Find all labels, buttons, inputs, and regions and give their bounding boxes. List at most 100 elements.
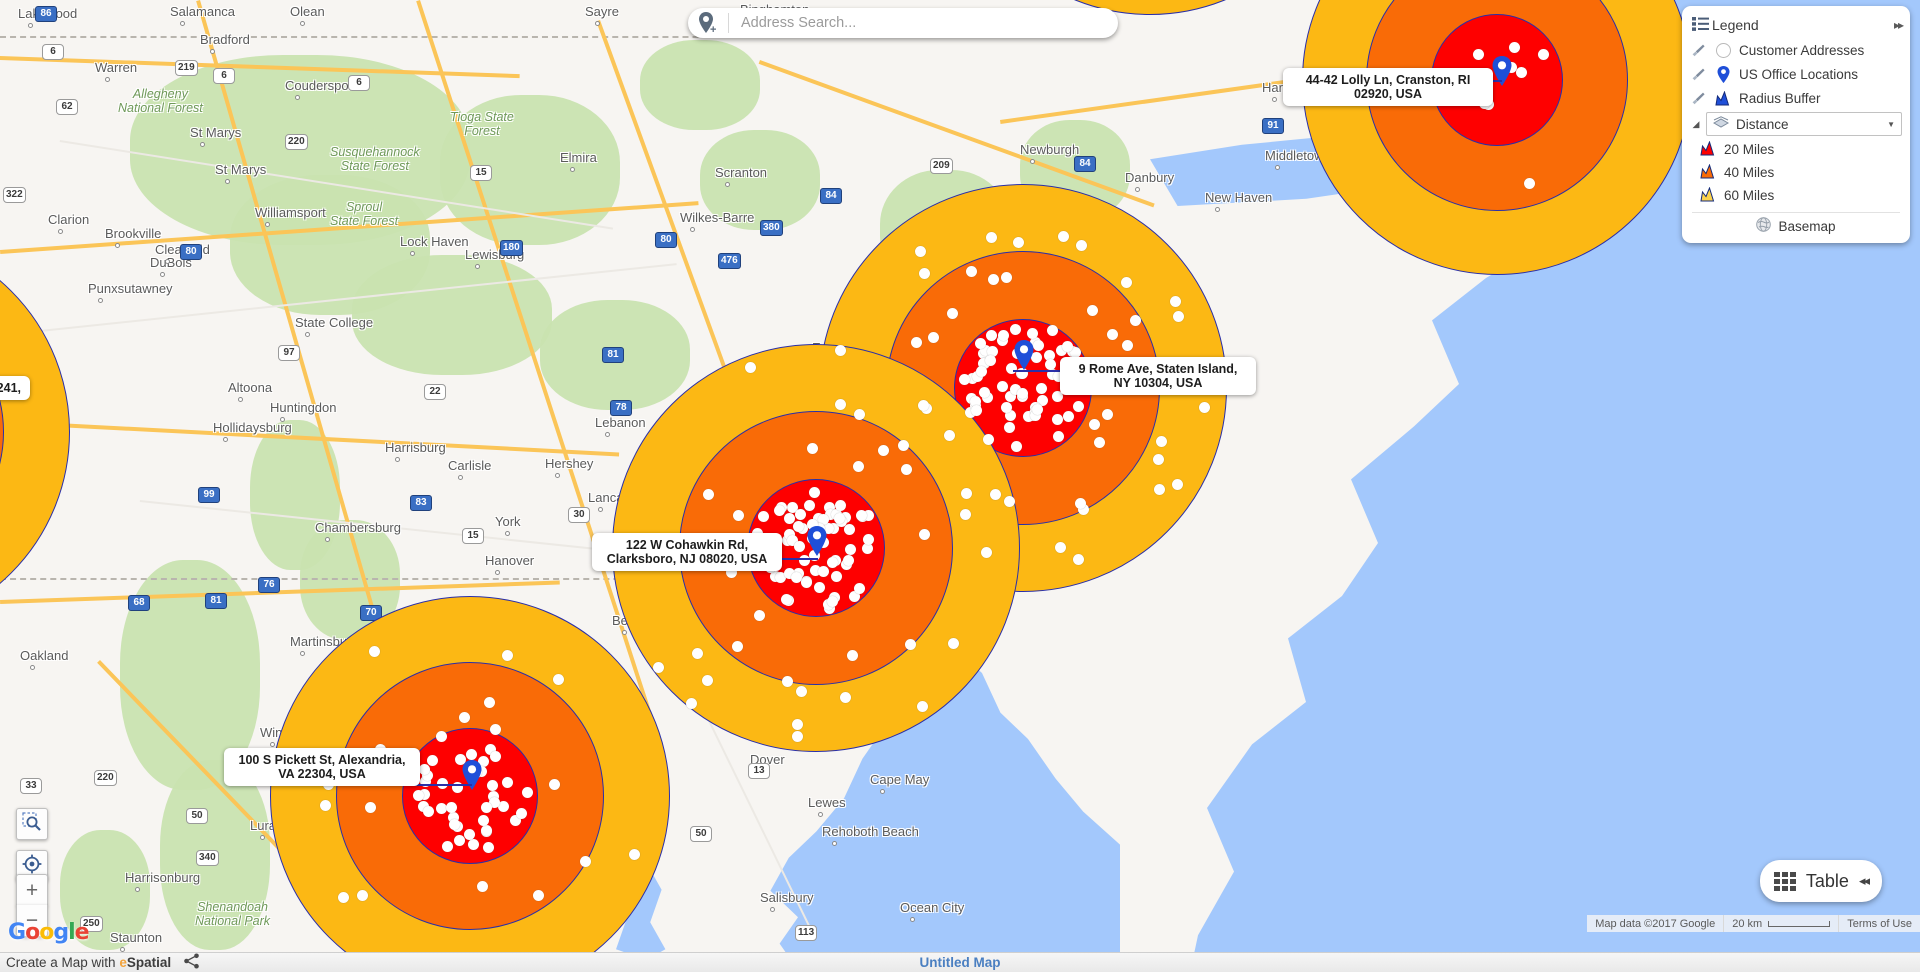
office-pin-staten-island[interactable] xyxy=(1013,340,1035,370)
customer-address-dot[interactable] xyxy=(961,487,973,499)
customer-address-dot[interactable] xyxy=(368,645,380,657)
customer-address-dot[interactable] xyxy=(548,778,560,790)
customer-address-dot[interactable] xyxy=(774,504,786,516)
expand-caret-icon[interactable]: ◢ xyxy=(1690,119,1702,130)
customer-address-dot[interactable] xyxy=(691,647,703,659)
customer-address-dot[interactable] xyxy=(1072,553,1084,565)
zoom-area-button[interactable] xyxy=(16,808,48,840)
customer-address-dot[interactable] xyxy=(988,273,1000,285)
customer-address-dot[interactable] xyxy=(701,674,713,686)
customer-address-dot[interactable] xyxy=(843,554,855,566)
customer-address-dot[interactable] xyxy=(927,331,939,343)
callout-partial-left[interactable]: 5241, xyxy=(0,376,30,400)
customer-address-dot[interactable] xyxy=(997,330,1009,342)
customer-address-dot[interactable] xyxy=(477,814,489,826)
customer-address-dot[interactable] xyxy=(918,528,930,540)
customer-address-dot[interactable] xyxy=(501,776,513,788)
customer-address-dot[interactable] xyxy=(791,730,803,742)
customer-address-dot[interactable] xyxy=(1009,324,1021,335)
customer-address-dot[interactable] xyxy=(852,460,864,472)
customer-address-dot[interactable] xyxy=(1088,419,1100,431)
legend-layer-us-office-locations[interactable]: US Office Locations xyxy=(1682,62,1910,86)
customer-address-dot[interactable] xyxy=(731,641,743,653)
customer-address-dot[interactable] xyxy=(904,638,916,650)
share-icon[interactable] xyxy=(183,953,201,972)
callout-alexandria[interactable]: 100 S Pickett St, Alexandria, VA 22304, … xyxy=(224,748,420,786)
customer-address-dot[interactable] xyxy=(980,547,992,558)
customer-address-dot[interactable] xyxy=(468,838,480,850)
legend-layer-radius-buffer[interactable]: Radius Buffer xyxy=(1682,86,1910,110)
customer-address-dot[interactable] xyxy=(996,381,1008,393)
customer-address-dot[interactable] xyxy=(489,724,501,736)
customer-address-dot[interactable] xyxy=(1047,324,1059,336)
customer-address-dot[interactable] xyxy=(877,444,889,456)
table-panel-button[interactable]: Table ◂◂ xyxy=(1759,860,1882,902)
customer-address-dot[interactable] xyxy=(464,828,476,840)
customer-address-dot[interactable] xyxy=(484,696,496,708)
customer-address-dot[interactable] xyxy=(1074,497,1086,509)
customer-address-dot[interactable] xyxy=(799,554,811,566)
office-pin-clarksboro[interactable] xyxy=(806,526,828,556)
customer-address-dot[interactable] xyxy=(732,510,744,521)
customer-address-dot[interactable] xyxy=(445,802,457,814)
customer-address-dot[interactable] xyxy=(808,487,820,499)
customer-address-dot[interactable] xyxy=(983,433,995,445)
customer-address-dot[interactable] xyxy=(1130,314,1142,326)
customer-address-dot[interactable] xyxy=(793,520,805,532)
customer-address-dot[interactable] xyxy=(914,245,926,257)
customer-address-dot[interactable] xyxy=(458,711,470,723)
customer-address-dot[interactable] xyxy=(1509,41,1521,53)
legend-grouping-row[interactable]: ◢ Distance ▼ xyxy=(1682,110,1910,138)
customer-address-dot[interactable] xyxy=(1057,230,1069,242)
customer-address-dot[interactable] xyxy=(1036,382,1048,394)
customer-address-dot[interactable] xyxy=(814,581,826,593)
customer-address-dot[interactable] xyxy=(1000,272,1012,284)
table-collapse-icon[interactable]: ◂◂ xyxy=(1859,873,1870,889)
customer-address-dot[interactable] xyxy=(959,509,971,521)
customer-address-dot[interactable] xyxy=(834,499,846,511)
customer-address-dot[interactable] xyxy=(794,509,806,521)
customer-address-dot[interactable] xyxy=(1026,327,1038,339)
customer-address-dot[interactable] xyxy=(435,730,447,742)
customer-address-dot[interactable] xyxy=(943,429,955,441)
legend-class-40-miles[interactable]: 40 Miles xyxy=(1682,161,1910,184)
map-canvas[interactable]: LakewoodSalamancaOleanBradfordWarrenCoud… xyxy=(0,0,1920,952)
customer-address-dot[interactable] xyxy=(487,779,498,791)
terms-of-use-link[interactable]: Terms of Use xyxy=(1838,915,1920,932)
paintbrush-icon[interactable] xyxy=(1690,43,1707,58)
office-pin-alexandria[interactable] xyxy=(461,760,483,790)
customer-address-dot[interactable] xyxy=(1086,305,1098,317)
customer-address-dot[interactable] xyxy=(521,787,533,799)
customer-address-dot[interactable] xyxy=(974,338,986,350)
customer-address-dot[interactable] xyxy=(1106,328,1118,340)
legend-layer-customer-addresses[interactable]: Customer Addresses xyxy=(1682,38,1910,62)
customer-address-dot[interactable] xyxy=(826,595,838,607)
customer-address-dot[interactable] xyxy=(1155,436,1167,448)
customer-address-dot[interactable] xyxy=(1054,541,1066,553)
customer-address-dot[interactable] xyxy=(855,510,867,522)
customer-address-dot[interactable] xyxy=(946,307,958,319)
basemap-button[interactable]: Basemap xyxy=(1682,213,1910,239)
legend-class-60-miles[interactable]: 60 Miles xyxy=(1682,184,1910,207)
customer-address-dot[interactable] xyxy=(435,803,447,815)
customer-address-dot[interactable] xyxy=(1000,402,1012,414)
customer-address-dot[interactable] xyxy=(629,848,640,860)
legend-collapse-button[interactable]: ▸▸ xyxy=(1894,18,1904,32)
chevron-down-icon[interactable]: ▼ xyxy=(1887,120,1895,129)
customer-address-dot[interactable] xyxy=(489,751,501,763)
customer-address-dot[interactable] xyxy=(319,800,331,812)
paintbrush-icon[interactable] xyxy=(1690,91,1707,106)
customer-address-dot[interactable] xyxy=(426,754,438,766)
customer-address-dot[interactable] xyxy=(834,398,846,410)
customer-address-dot[interactable] xyxy=(1153,483,1165,495)
customer-address-dot[interactable] xyxy=(965,266,977,278)
customer-address-dot[interactable] xyxy=(480,825,492,837)
customer-address-dot[interactable] xyxy=(482,842,494,854)
customer-address-dot[interactable] xyxy=(702,488,714,500)
customer-address-dot[interactable] xyxy=(501,650,513,662)
customer-address-dot[interactable] xyxy=(1172,478,1184,490)
distance-select[interactable]: Distance ▼ xyxy=(1706,112,1902,136)
customer-address-dot[interactable] xyxy=(552,673,564,685)
customer-address-dot[interactable] xyxy=(854,408,866,420)
customer-address-dot[interactable] xyxy=(1101,408,1113,420)
